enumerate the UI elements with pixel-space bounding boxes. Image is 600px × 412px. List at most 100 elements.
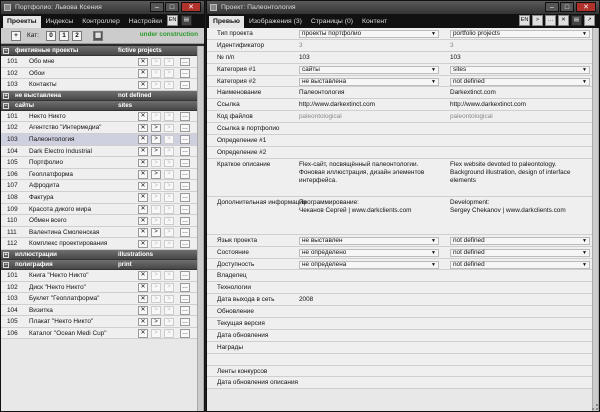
delete-icon[interactable]: ✕	[138, 283, 148, 292]
expand-icon[interactable]: +	[3, 251, 9, 258]
field-value-ru[interactable]: 103	[299, 54, 439, 62]
project-row[interactable]: 110 Обмен всего ✕ > >…	[1, 215, 197, 227]
more-options-button[interactable]: …	[180, 135, 190, 144]
move-down-icon[interactable]: >	[164, 123, 174, 133]
field-value-ru[interactable]: http://www.darkextinct.com	[299, 101, 439, 109]
category-header[interactable]: − сайты sites	[1, 100, 197, 111]
move-up-icon[interactable]: >	[151, 57, 161, 66]
project-row[interactable]: 104 Визитка ✕ > >…	[1, 304, 197, 317]
next-arrow-icon[interactable]: >	[532, 15, 543, 26]
move-down-icon[interactable]: >	[164, 170, 174, 179]
field-value-ru[interactable]: paleontological	[299, 113, 439, 121]
move-down-icon[interactable]: >	[164, 181, 174, 191]
delete-icon[interactable]: ✕	[138, 329, 148, 338]
tab-settings[interactable]: Настройки	[125, 16, 166, 28]
more-options-button[interactable]: …	[180, 239, 190, 249]
more-options-button[interactable]: …	[180, 181, 190, 191]
field-value-ru[interactable]: Программирование: Чеканов Сергей | www.d…	[299, 199, 439, 215]
project-title-bar[interactable]: Проект: Палеонтология – □ ✕	[207, 1, 599, 14]
tool-button[interactable]: ▤	[181, 15, 192, 26]
field-select-en[interactable]: not defined ▼	[450, 260, 590, 269]
move-up-icon[interactable]: >	[151, 271, 161, 280]
delete-icon[interactable]: ✕	[138, 294, 148, 304]
field-select-ru[interactable]: не определена ▼	[299, 260, 439, 269]
move-down-icon[interactable]: >	[164, 294, 174, 304]
delete-icon[interactable]: ✕	[138, 57, 148, 66]
more-options-button[interactable]: …	[180, 69, 190, 78]
add-project-button[interactable]: +	[11, 31, 21, 41]
delete-icon[interactable]: ✕	[138, 158, 148, 168]
delete-icon[interactable]: ✕	[138, 80, 148, 90]
move-down-icon[interactable]: >	[164, 216, 174, 226]
maximize-button[interactable]: □	[560, 2, 574, 12]
move-up-icon[interactable]: >	[151, 181, 161, 191]
move-down-icon[interactable]: >	[164, 306, 174, 315]
more-options-button[interactable]: …	[180, 271, 190, 280]
delete-icon[interactable]: ✕	[138, 216, 148, 226]
field-select-ru[interactable]: проекты портфолио ▼	[299, 30, 439, 38]
more-options-button[interactable]: …	[180, 306, 190, 315]
move-up-icon[interactable]: >	[151, 317, 161, 327]
delete-icon[interactable]: ✕	[138, 123, 148, 133]
language-button[interactable]: EN	[167, 15, 178, 26]
project-row[interactable]: 112 Комплекс проектирования ✕ > >…	[1, 238, 197, 250]
move-up-icon[interactable]: >	[151, 239, 161, 249]
field-value-ru[interactable]: 2008	[299, 296, 439, 304]
field-value-en[interactable]: Darkextinct.com	[450, 89, 590, 97]
delete-icon[interactable]: ✕	[138, 306, 148, 315]
expand-icon[interactable]: −	[3, 48, 9, 54]
save-icon[interactable]: ▤	[571, 15, 582, 26]
minimize-button[interactable]: –	[545, 2, 559, 12]
move-up-icon[interactable]: >	[151, 205, 161, 214]
project-row[interactable]: 105 Плакат "Некто Никто" ✕ > >…	[1, 316, 197, 328]
move-down-icon[interactable]: >	[164, 158, 174, 168]
category-header[interactable]: + иллюстрации illustrations	[1, 249, 197, 260]
field-value-en[interactable]: paleontological	[450, 113, 590, 121]
move-down-icon[interactable]: >	[164, 57, 174, 66]
more-options-button[interactable]: …	[180, 170, 190, 179]
expand-icon[interactable]: +	[3, 92, 9, 99]
more-options-button[interactable]: …	[180, 294, 190, 304]
project-row[interactable]: 101 Обо мне ✕ > >…	[1, 56, 197, 68]
move-up-icon[interactable]: >	[151, 170, 161, 179]
field-value-en[interactable]: 103	[450, 54, 590, 62]
more-options-button[interactable]: …	[180, 80, 190, 90]
field-value-ru[interactable]: Палеонтология	[299, 89, 439, 97]
field-select-ru[interactable]: не выставлена ▼	[299, 77, 439, 86]
export-icon[interactable]: ↗	[584, 15, 595, 26]
project-row[interactable]: 102 Обои ✕ > >…	[1, 67, 197, 80]
more-options-button[interactable]: …	[180, 329, 190, 338]
move-up-icon[interactable]: >	[151, 329, 161, 338]
tab-preview[interactable]: Превью	[209, 16, 244, 28]
field-select-en[interactable]: not defined ▼	[450, 77, 590, 86]
move-up-icon[interactable]: >	[151, 294, 161, 304]
move-down-icon[interactable]: >	[164, 228, 174, 237]
project-row[interactable]: 103 Контакты ✕ > >…	[1, 79, 197, 91]
field-select-en[interactable]: not defined ▼	[450, 236, 590, 245]
move-down-icon[interactable]: >	[164, 205, 174, 214]
delete-icon[interactable]: ✕	[138, 147, 148, 156]
field-value-ru[interactable]: 3	[299, 42, 439, 50]
delete-icon[interactable]: ✕	[138, 239, 148, 249]
delete-icon[interactable]: ✕	[138, 112, 148, 121]
move-down-icon[interactable]: >	[164, 271, 174, 280]
project-row[interactable]: 104 Dark Electro Industrial ✕ > >…	[1, 145, 197, 158]
more-options-button[interactable]: …	[180, 228, 190, 237]
close-button[interactable]: ✕	[181, 2, 201, 12]
move-down-icon[interactable]: >	[164, 329, 174, 338]
project-row[interactable]: 111 Валентина Смоленская ✕ > >…	[1, 226, 197, 239]
move-down-icon[interactable]: >	[164, 283, 174, 292]
move-up-icon[interactable]: >	[151, 193, 161, 202]
project-row[interactable]: 103 Палеонтология ✕ > >…	[1, 133, 197, 146]
field-select-ru[interactable]: не выставлен ▼	[299, 236, 439, 245]
move-down-icon[interactable]: >	[164, 147, 174, 156]
field-select-en[interactable]: portfolio projects ▼	[450, 30, 590, 38]
tab-controller[interactable]: Контроллер	[78, 16, 124, 28]
language-button[interactable]: EN	[519, 15, 530, 26]
category-header[interactable]: + не выставлена not defined	[1, 90, 197, 101]
scrollbar-thumb[interactable]	[198, 46, 203, 411]
category-header[interactable]: − фиктивные проекты fictive projects	[1, 46, 197, 56]
field-value-en[interactable]: Development: Sergey Chekanov | www.darkc…	[450, 199, 590, 215]
tab-content[interactable]: Контент	[358, 16, 391, 28]
move-down-icon[interactable]: >	[164, 135, 174, 144]
